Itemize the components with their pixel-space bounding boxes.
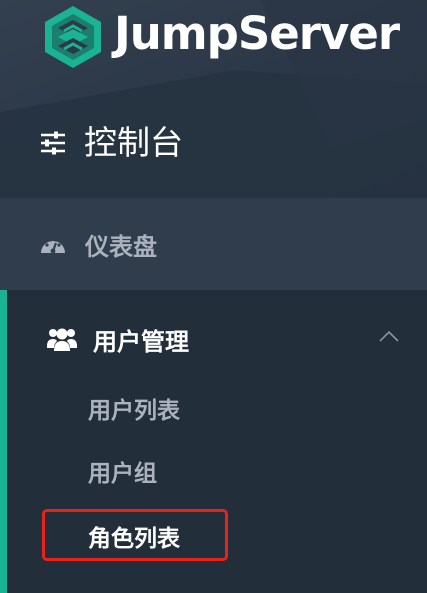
sidebar-section-user-management: 用户管理 用户列表 用户组 角色列表 bbox=[0, 290, 427, 593]
sidebar-item-label: 仪表盘 bbox=[85, 232, 157, 261]
brand-name[interactable]: JumpServer bbox=[114, 6, 400, 62]
console-label: 控制台 bbox=[84, 123, 183, 162]
sidebar-item-user-management[interactable]: 用户管理 bbox=[0, 316, 427, 362]
sidebar-header: JumpServer 控制台 bbox=[0, 0, 427, 198]
sidebar-subitem-user-group[interactable]: 用户组 bbox=[88, 454, 157, 494]
dashboard-gauge-icon bbox=[41, 238, 65, 254]
sidebar-item-dashboard[interactable]: 仪表盘 bbox=[0, 198, 427, 290]
sidebar-subitem-user-list[interactable]: 用户列表 bbox=[88, 391, 180, 431]
sliders-icon bbox=[41, 131, 65, 155]
console-title[interactable]: 控制台 bbox=[40, 120, 183, 166]
sidebar-item-label: 用户管理 bbox=[93, 327, 189, 356]
users-icon bbox=[47, 328, 77, 351]
highlight-box bbox=[42, 509, 228, 561]
chevron-up-icon[interactable] bbox=[379, 330, 399, 342]
jumpserver-logo-icon[interactable] bbox=[40, 4, 106, 70]
